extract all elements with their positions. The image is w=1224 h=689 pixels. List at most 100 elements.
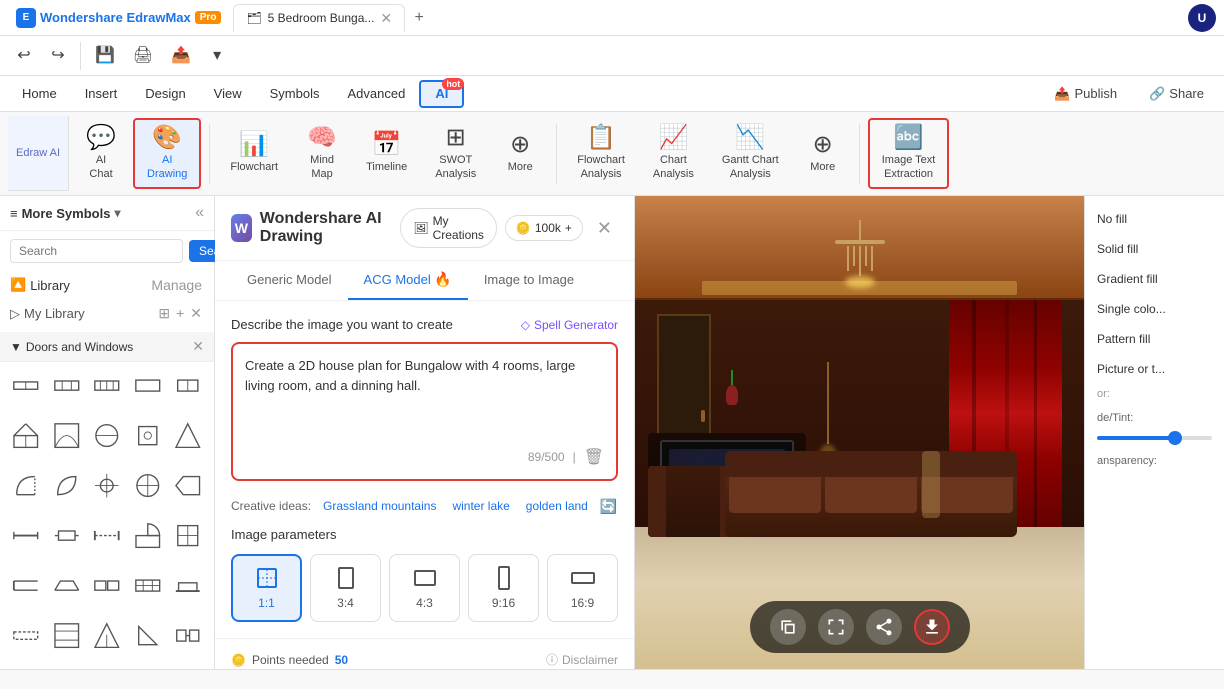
menu-home[interactable]: Home bbox=[8, 80, 71, 108]
ribbon-flowchart-analysis[interactable]: 📋 FlowchartAnalysis bbox=[565, 120, 637, 186]
menu-design[interactable]: Design bbox=[131, 80, 199, 108]
tab-close[interactable]: ✕ bbox=[380, 10, 392, 27]
shape-item[interactable] bbox=[170, 567, 206, 603]
share-image-button[interactable] bbox=[866, 609, 902, 645]
tab-generic-model[interactable]: Generic Model bbox=[231, 262, 348, 299]
publish-button[interactable]: 📤 Publish bbox=[1042, 82, 1129, 106]
idea-tag-3[interactable]: golden land bbox=[522, 497, 592, 515]
ratio-4-3[interactable]: 4:3 bbox=[389, 554, 460, 622]
shape-item[interactable] bbox=[48, 617, 84, 653]
manage-link[interactable]: Manage bbox=[149, 275, 204, 295]
shade-tint-slider[interactable] bbox=[1097, 436, 1212, 440]
shape-item[interactable] bbox=[89, 517, 125, 553]
shape-item[interactable] bbox=[170, 617, 206, 653]
menu-symbols[interactable]: Symbols bbox=[256, 80, 334, 108]
shape-item[interactable] bbox=[89, 468, 125, 504]
tab-active[interactable]: 🗂 5 Bedroom Bunga... ✕ bbox=[233, 4, 405, 32]
redo-button[interactable]: ↪ bbox=[42, 44, 74, 68]
shape-item[interactable] bbox=[129, 617, 165, 653]
print-button[interactable]: 🖨 bbox=[125, 44, 161, 68]
user-avatar[interactable]: U bbox=[1188, 4, 1216, 32]
shape-item[interactable] bbox=[170, 418, 206, 454]
shape-item[interactable] bbox=[8, 368, 44, 404]
shape-item[interactable] bbox=[129, 368, 165, 404]
shape-item[interactable] bbox=[48, 368, 84, 404]
shape-item[interactable] bbox=[129, 468, 165, 504]
shape-item[interactable] bbox=[8, 468, 44, 504]
ribbon-swot[interactable]: ⊞ SWOTAnalysis bbox=[423, 120, 488, 186]
sidebar-collapse-button[interactable]: « bbox=[195, 204, 204, 222]
menu-insert[interactable]: Insert bbox=[71, 80, 132, 108]
undo-button[interactable]: ↩ bbox=[8, 44, 40, 68]
ratio-1-1[interactable]: 1:1 bbox=[231, 554, 302, 622]
share-button[interactable]: 🔗 Share bbox=[1137, 82, 1216, 106]
ribbon-timeline[interactable]: 📅 Timeline bbox=[354, 127, 419, 180]
menu-advanced[interactable]: Advanced bbox=[333, 80, 419, 108]
shape-item[interactable] bbox=[48, 567, 84, 603]
spell-generator-button[interactable]: ◇ Spell Generator bbox=[521, 318, 618, 332]
delete-text-button[interactable]: 🗑 bbox=[584, 447, 604, 467]
shape-item[interactable] bbox=[89, 617, 125, 653]
shape-item[interactable] bbox=[8, 567, 44, 603]
copy-image-button[interactable] bbox=[770, 609, 806, 645]
ribbon-flowchart[interactable]: 📊 Flowchart bbox=[218, 127, 290, 180]
more-arrow-button[interactable]: ▾ bbox=[201, 44, 233, 68]
idea-tag-1[interactable]: Grassland mountains bbox=[319, 497, 440, 515]
ribbon-ai-chat[interactable]: 💬 AIChat bbox=[73, 120, 129, 186]
shape-item[interactable] bbox=[170, 368, 206, 404]
shape-item[interactable] bbox=[129, 567, 165, 603]
ribbon-mind-map[interactable]: 🧠 MindMap bbox=[294, 120, 350, 186]
my-creations-button[interactable]: 🖼 My Creations bbox=[400, 208, 497, 248]
fill-picture[interactable]: Picture or t... bbox=[1085, 354, 1224, 384]
fill-solid[interactable]: Solid fill bbox=[1085, 234, 1224, 264]
ratio-3-4[interactable]: 3:4 bbox=[310, 554, 381, 622]
fill-pattern[interactable]: Pattern fill bbox=[1085, 324, 1224, 354]
close-lib-button[interactable]: ✕ bbox=[188, 303, 204, 324]
ribbon-gantt[interactable]: 📉 Gantt ChartAnalysis bbox=[710, 120, 791, 186]
shape-item[interactable] bbox=[48, 418, 84, 454]
tab-acg-model[interactable]: ACG Model 🔥 bbox=[348, 261, 468, 300]
ribbon-chart-analysis[interactable]: 📈 ChartAnalysis bbox=[641, 120, 706, 186]
close-panel-button[interactable]: ✕ bbox=[591, 216, 618, 241]
points-button[interactable]: 🪙 100k + bbox=[505, 215, 583, 241]
shape-item[interactable] bbox=[89, 368, 125, 404]
shape-item[interactable] bbox=[129, 517, 165, 553]
menu-ai[interactable]: AI hot bbox=[419, 80, 464, 108]
shape-item[interactable] bbox=[129, 418, 165, 454]
shape-item[interactable] bbox=[48, 468, 84, 504]
fill-no-fill[interactable]: No fill bbox=[1085, 204, 1224, 234]
menu-view[interactable]: View bbox=[200, 80, 256, 108]
disclaimer-button[interactable]: ⓘ Disclaimer bbox=[546, 651, 618, 668]
idea-tag-2[interactable]: winter lake bbox=[448, 497, 513, 515]
tab-add-button[interactable]: + bbox=[407, 6, 431, 30]
shape-item[interactable] bbox=[89, 418, 125, 454]
shape-item[interactable] bbox=[8, 517, 44, 553]
shape-item[interactable] bbox=[89, 567, 125, 603]
describe-textarea[interactable]: Create a 2D house plan for Bungalow with… bbox=[245, 356, 604, 436]
ai-chat-icon: 💬 bbox=[86, 126, 116, 150]
category-close-button[interactable]: ✕ bbox=[192, 338, 204, 355]
expand-image-button[interactable] bbox=[818, 609, 854, 645]
shape-item[interactable] bbox=[8, 617, 44, 653]
shape-item[interactable] bbox=[48, 517, 84, 553]
ratio-9-16[interactable]: 9:16 bbox=[468, 554, 539, 622]
add-to-lib-button[interactable]: + bbox=[174, 303, 186, 324]
fill-gradient[interactable]: Gradient fill bbox=[1085, 264, 1224, 294]
tab-image-to-image[interactable]: Image to Image bbox=[468, 262, 590, 299]
refresh-ideas-button[interactable]: 🔄 bbox=[600, 498, 617, 515]
ribbon-more-1[interactable]: ⊕ More bbox=[492, 127, 548, 180]
ribbon-more-2[interactable]: ⊕ More bbox=[795, 127, 851, 180]
save-button[interactable]: 💾 bbox=[87, 44, 123, 68]
fill-single-color[interactable]: Single colo... bbox=[1085, 294, 1224, 324]
new-folder-button[interactable]: ⊞ bbox=[156, 303, 172, 324]
ribbon-ai-drawing[interactable]: 🎨 AIDrawing bbox=[133, 118, 201, 188]
export-button[interactable]: 📤 bbox=[163, 44, 199, 68]
shape-item[interactable] bbox=[170, 468, 206, 504]
download-image-button[interactable] bbox=[914, 609, 950, 645]
shape-item[interactable] bbox=[170, 517, 206, 553]
canvas-container[interactable] bbox=[635, 196, 1084, 669]
ribbon-image-text[interactable]: 🔤 Image TextExtraction bbox=[868, 118, 950, 188]
search-input[interactable] bbox=[10, 239, 183, 263]
ratio-16-9[interactable]: 16:9 bbox=[547, 554, 618, 622]
shape-item[interactable] bbox=[8, 418, 44, 454]
